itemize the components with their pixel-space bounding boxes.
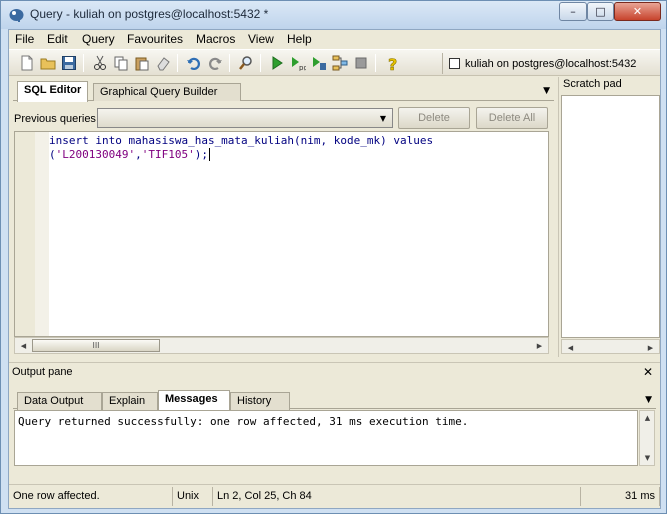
close-icon[interactable]: ✕ <box>643 365 653 379</box>
toolbar-separator <box>260 54 261 72</box>
window-title: Query - kuliah on postgres@localhost:543… <box>30 7 269 21</box>
find-icon[interactable] <box>236 54 256 72</box>
title-bar[interactable]: Query - kuliah on postgres@localhost:543… <box>1 1 666 29</box>
query-result-message: Query returned successfully: one row aff… <box>18 415 469 428</box>
cancel-icon[interactable] <box>351 54 371 72</box>
code-line-2-open: ( <box>49 148 56 161</box>
tab-menu-arrow-icon[interactable]: ▼ <box>543 86 550 96</box>
code-line-2-comma: , <box>135 148 142 161</box>
code-line-2-close: ); <box>194 148 208 161</box>
copy-icon[interactable] <box>111 54 131 72</box>
connection-checkbox[interactable] <box>449 58 460 69</box>
tab-data-output[interactable]: Data Output <box>17 392 102 410</box>
toolbar: pg ? kuliah on postgres@localhost:5432 <box>9 49 660 76</box>
scratch-pad-scrollbar[interactable]: ◀ ▶ <box>561 339 660 354</box>
status-line-ending: Unix <box>173 487 213 506</box>
code-string-kode-mk: 'TIF105' <box>141 148 195 161</box>
scratch-pad-pane: Scratch pad ◀ ▶ <box>558 77 660 357</box>
menu-favourites[interactable]: Favourites <box>127 32 183 46</box>
undo-icon[interactable] <box>184 54 204 72</box>
redo-icon[interactable] <box>205 54 225 72</box>
tab-history[interactable]: History <box>230 392 290 410</box>
scroll-left-icon[interactable]: ◀ <box>16 339 31 352</box>
line-number-gutter <box>15 132 35 336</box>
menu-edit[interactable]: Edit <box>47 32 68 46</box>
execute-icon[interactable] <box>267 54 287 72</box>
editor-tabstrip: SQL Editor Graphical Query Builder ▼ <box>13 80 554 102</box>
toolbar-separator <box>375 54 376 72</box>
scroll-down-icon[interactable]: ▼ <box>640 451 655 464</box>
maximize-button[interactable]: □ <box>587 2 614 21</box>
scroll-right-icon[interactable]: ▶ <box>643 341 658 354</box>
previous-queries-label: Previous queries <box>14 113 96 125</box>
chevron-down-icon[interactable]: ▼ <box>375 110 391 126</box>
code-string-nim: 'L200130049' <box>55 148 136 161</box>
connection-selector[interactable]: kuliah on postgres@localhost:5432 <box>442 53 659 74</box>
code-line-1: insert into mahasiswa_has_mata_kuliah(ni… <box>49 134 434 147</box>
main-frame: File Edit Query Favourites Macros View H… <box>8 29 661 509</box>
open-folder-icon[interactable] <box>38 54 58 72</box>
tab-graphical-query-builder[interactable]: Graphical Query Builder <box>93 83 241 101</box>
status-cursor-position: Ln 2, Col 25, Ch 84 <box>213 487 581 506</box>
status-bar: One row affected. Unix Ln 2, Col 25, Ch … <box>9 484 660 508</box>
scratch-pad-title: Scratch pad <box>563 78 622 90</box>
toolbar-separator <box>229 54 230 72</box>
scratch-pad-editor[interactable] <box>561 95 660 338</box>
tab-explain[interactable]: Explain <box>102 392 158 410</box>
delete-button[interactable]: Delete <box>398 107 470 129</box>
status-message: One row affected. <box>9 487 173 506</box>
menu-macros[interactable]: Macros <box>196 32 235 46</box>
scroll-right-icon[interactable]: ▶ <box>532 339 547 352</box>
toolbar-separator <box>83 54 84 72</box>
menu-bar: File Edit Query Favourites Macros View H… <box>9 30 660 49</box>
toolbar-separator <box>177 54 178 72</box>
scroll-up-icon[interactable]: ▲ <box>640 411 655 424</box>
minimize-button[interactable]: – <box>559 2 587 21</box>
execute-to-file-icon[interactable] <box>309 54 329 72</box>
editor-horizontal-scrollbar[interactable]: ◀ III ▶ <box>14 337 549 354</box>
tab-sql-editor[interactable]: SQL Editor <box>17 81 89 102</box>
pgadmin-elephant-icon <box>9 9 24 22</box>
delete-all-button[interactable]: Delete All <box>476 107 548 129</box>
menu-query[interactable]: Query <box>82 32 115 46</box>
save-icon[interactable] <box>59 54 79 72</box>
cut-icon[interactable] <box>90 54 110 72</box>
status-execution-time: 31 ms <box>581 487 660 506</box>
close-button[interactable]: ✕ <box>614 2 661 21</box>
previous-queries-dropdown[interactable]: ▼ <box>97 108 393 128</box>
svg-text:pg: pg <box>299 64 306 71</box>
svg-text:?: ? <box>388 55 397 71</box>
sql-editor-pane: SQL Editor Graphical Query Builder ▼ Pre… <box>9 77 555 357</box>
clear-icon[interactable] <box>153 54 173 72</box>
output-tabstrip: Data Output Explain Messages History ▼ <box>13 389 656 411</box>
tab-menu-arrow-icon[interactable]: ▼ <box>645 395 652 405</box>
scroll-left-icon[interactable]: ◀ <box>563 341 578 354</box>
fold-margin <box>35 132 49 336</box>
app-window: Query - kuliah on postgres@localhost:543… <box>0 0 667 514</box>
sql-code-editor[interactable]: insert into mahasiswa_has_mata_kuliah(ni… <box>14 131 549 337</box>
messages-panel[interactable]: Query returned successfully: one row aff… <box>14 410 638 466</box>
execute-pgscript-icon[interactable]: pg <box>288 54 308 72</box>
scrollbar-thumb[interactable]: III <box>32 339 160 352</box>
menu-view[interactable]: View <box>248 32 274 46</box>
output-pane: Output pane ✕ Data Output Explain Messag… <box>9 362 660 480</box>
menu-help[interactable]: Help <box>287 32 312 46</box>
paste-icon[interactable] <box>132 54 152 72</box>
sql-code[interactable]: insert into mahasiswa_has_mata_kuliah(ni… <box>49 134 433 162</box>
output-pane-title: Output pane <box>12 366 73 378</box>
new-file-icon[interactable] <box>17 54 37 72</box>
help-icon[interactable]: ? <box>383 54 403 72</box>
tab-messages[interactable]: Messages <box>158 390 230 411</box>
explain-icon[interactable] <box>330 54 350 72</box>
messages-vertical-scrollbar[interactable]: ▲ ▼ <box>639 410 655 466</box>
menu-file[interactable]: File <box>15 32 34 46</box>
text-cursor <box>208 148 210 161</box>
connection-label: kuliah on postgres@localhost:5432 <box>465 57 637 70</box>
